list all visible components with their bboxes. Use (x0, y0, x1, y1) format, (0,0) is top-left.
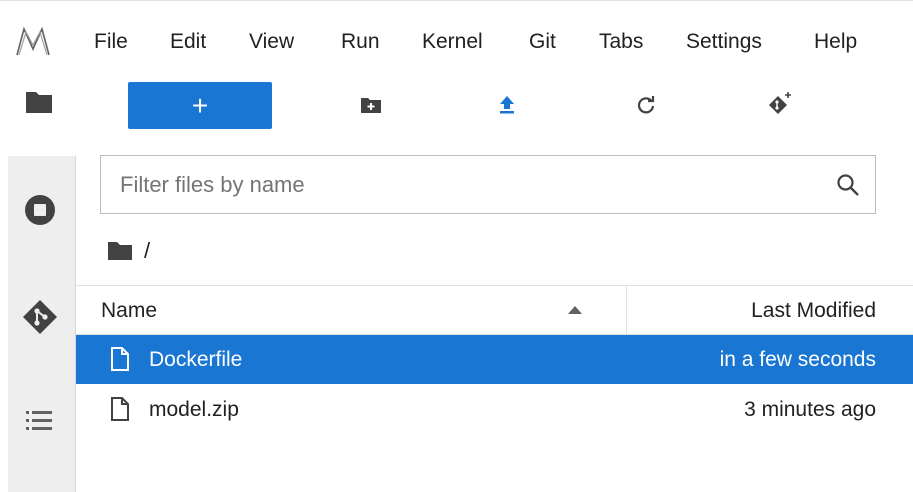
activity-bar (0, 80, 76, 492)
file-modified: 3 minutes ago (744, 398, 876, 421)
menu-tabs[interactable]: Tabs (599, 27, 643, 57)
file-browser-toolbar: + (76, 80, 913, 136)
new-launcher-button[interactable]: + (128, 82, 272, 129)
menu-kernel[interactable]: Kernel (422, 27, 483, 57)
new-folder-icon[interactable] (358, 92, 384, 118)
breadcrumb-root[interactable]: / (144, 236, 150, 266)
file-modified: in a few seconds (719, 348, 876, 371)
file-row[interactable]: Dockerfile in a few seconds (76, 335, 913, 384)
table-of-contents-icon[interactable] (24, 407, 54, 435)
file-row[interactable]: model.zip 3 minutes ago (76, 385, 913, 434)
menu-file[interactable]: File (94, 27, 128, 57)
menu-git[interactable]: Git (529, 27, 556, 57)
column-header-name[interactable]: Name (101, 286, 157, 336)
jupyter-logo-icon (16, 26, 50, 56)
home-folder-icon[interactable] (106, 240, 136, 262)
running-stop-icon[interactable] (23, 193, 57, 227)
column-divider[interactable] (626, 286, 627, 334)
filter-input[interactable] (101, 156, 801, 213)
listing-header: Name Last Modified (76, 285, 913, 335)
menu-help[interactable]: Help (814, 27, 857, 57)
file-name: model.zip (149, 398, 239, 421)
filter-box (100, 155, 876, 214)
folder-icon (26, 92, 52, 113)
git-clone-icon[interactable] (766, 90, 794, 118)
upload-icon[interactable] (494, 92, 520, 118)
sort-ascending-icon[interactable] (568, 306, 582, 314)
file-icon (111, 347, 129, 371)
file-name: Dockerfile (149, 348, 243, 371)
column-header-last-modified[interactable]: Last Modified (751, 286, 876, 336)
menu-bar: File Edit View Run Kernel Git Tabs Setti… (0, 0, 913, 80)
git-icon[interactable] (21, 298, 59, 336)
menu-settings[interactable]: Settings (686, 27, 762, 57)
menu-view[interactable]: View (249, 27, 294, 57)
activity-tab-file-browser[interactable] (0, 80, 76, 156)
file-icon (111, 397, 129, 421)
menu-run[interactable]: Run (341, 27, 380, 57)
menu-edit[interactable]: Edit (170, 27, 206, 57)
search-icon[interactable] (835, 172, 861, 198)
refresh-icon[interactable] (633, 92, 659, 118)
